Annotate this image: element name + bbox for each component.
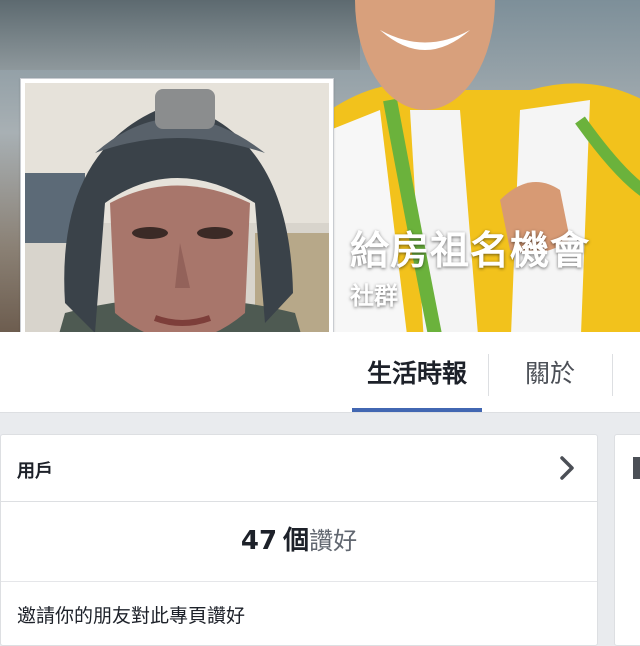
page-tab-bar: 生活時報 關於 xyxy=(0,332,640,413)
cover-bridge xyxy=(0,0,360,70)
users-card-title: 用戶 xyxy=(17,461,53,482)
tab-about[interactable]: 關於 xyxy=(508,332,592,410)
likes-summary[interactable]: 47 個讚好 xyxy=(1,501,597,582)
invite-friends-link[interactable]: 邀請你的朋友對此專頁讚好 xyxy=(17,601,245,628)
side-card xyxy=(614,434,640,646)
page-name: 給房祖名機會 xyxy=(350,229,591,274)
tab-divider xyxy=(612,354,613,396)
tab-divider xyxy=(488,354,489,396)
likes-count: 47 xyxy=(240,526,278,556)
page-category[interactable]: 社群 xyxy=(350,276,398,311)
tab-timeline[interactable]: 生活時報 xyxy=(352,332,482,412)
likes-label: 讚好 xyxy=(309,527,358,555)
likes-unit: 個 xyxy=(283,526,310,556)
users-card-header[interactable]: 用戶 xyxy=(1,435,597,502)
chevron-right-icon[interactable] xyxy=(557,455,577,481)
users-card: 用戶 47 個讚好 邀請你的朋友對此專頁讚好 xyxy=(0,434,598,646)
side-card-marker xyxy=(633,457,640,479)
